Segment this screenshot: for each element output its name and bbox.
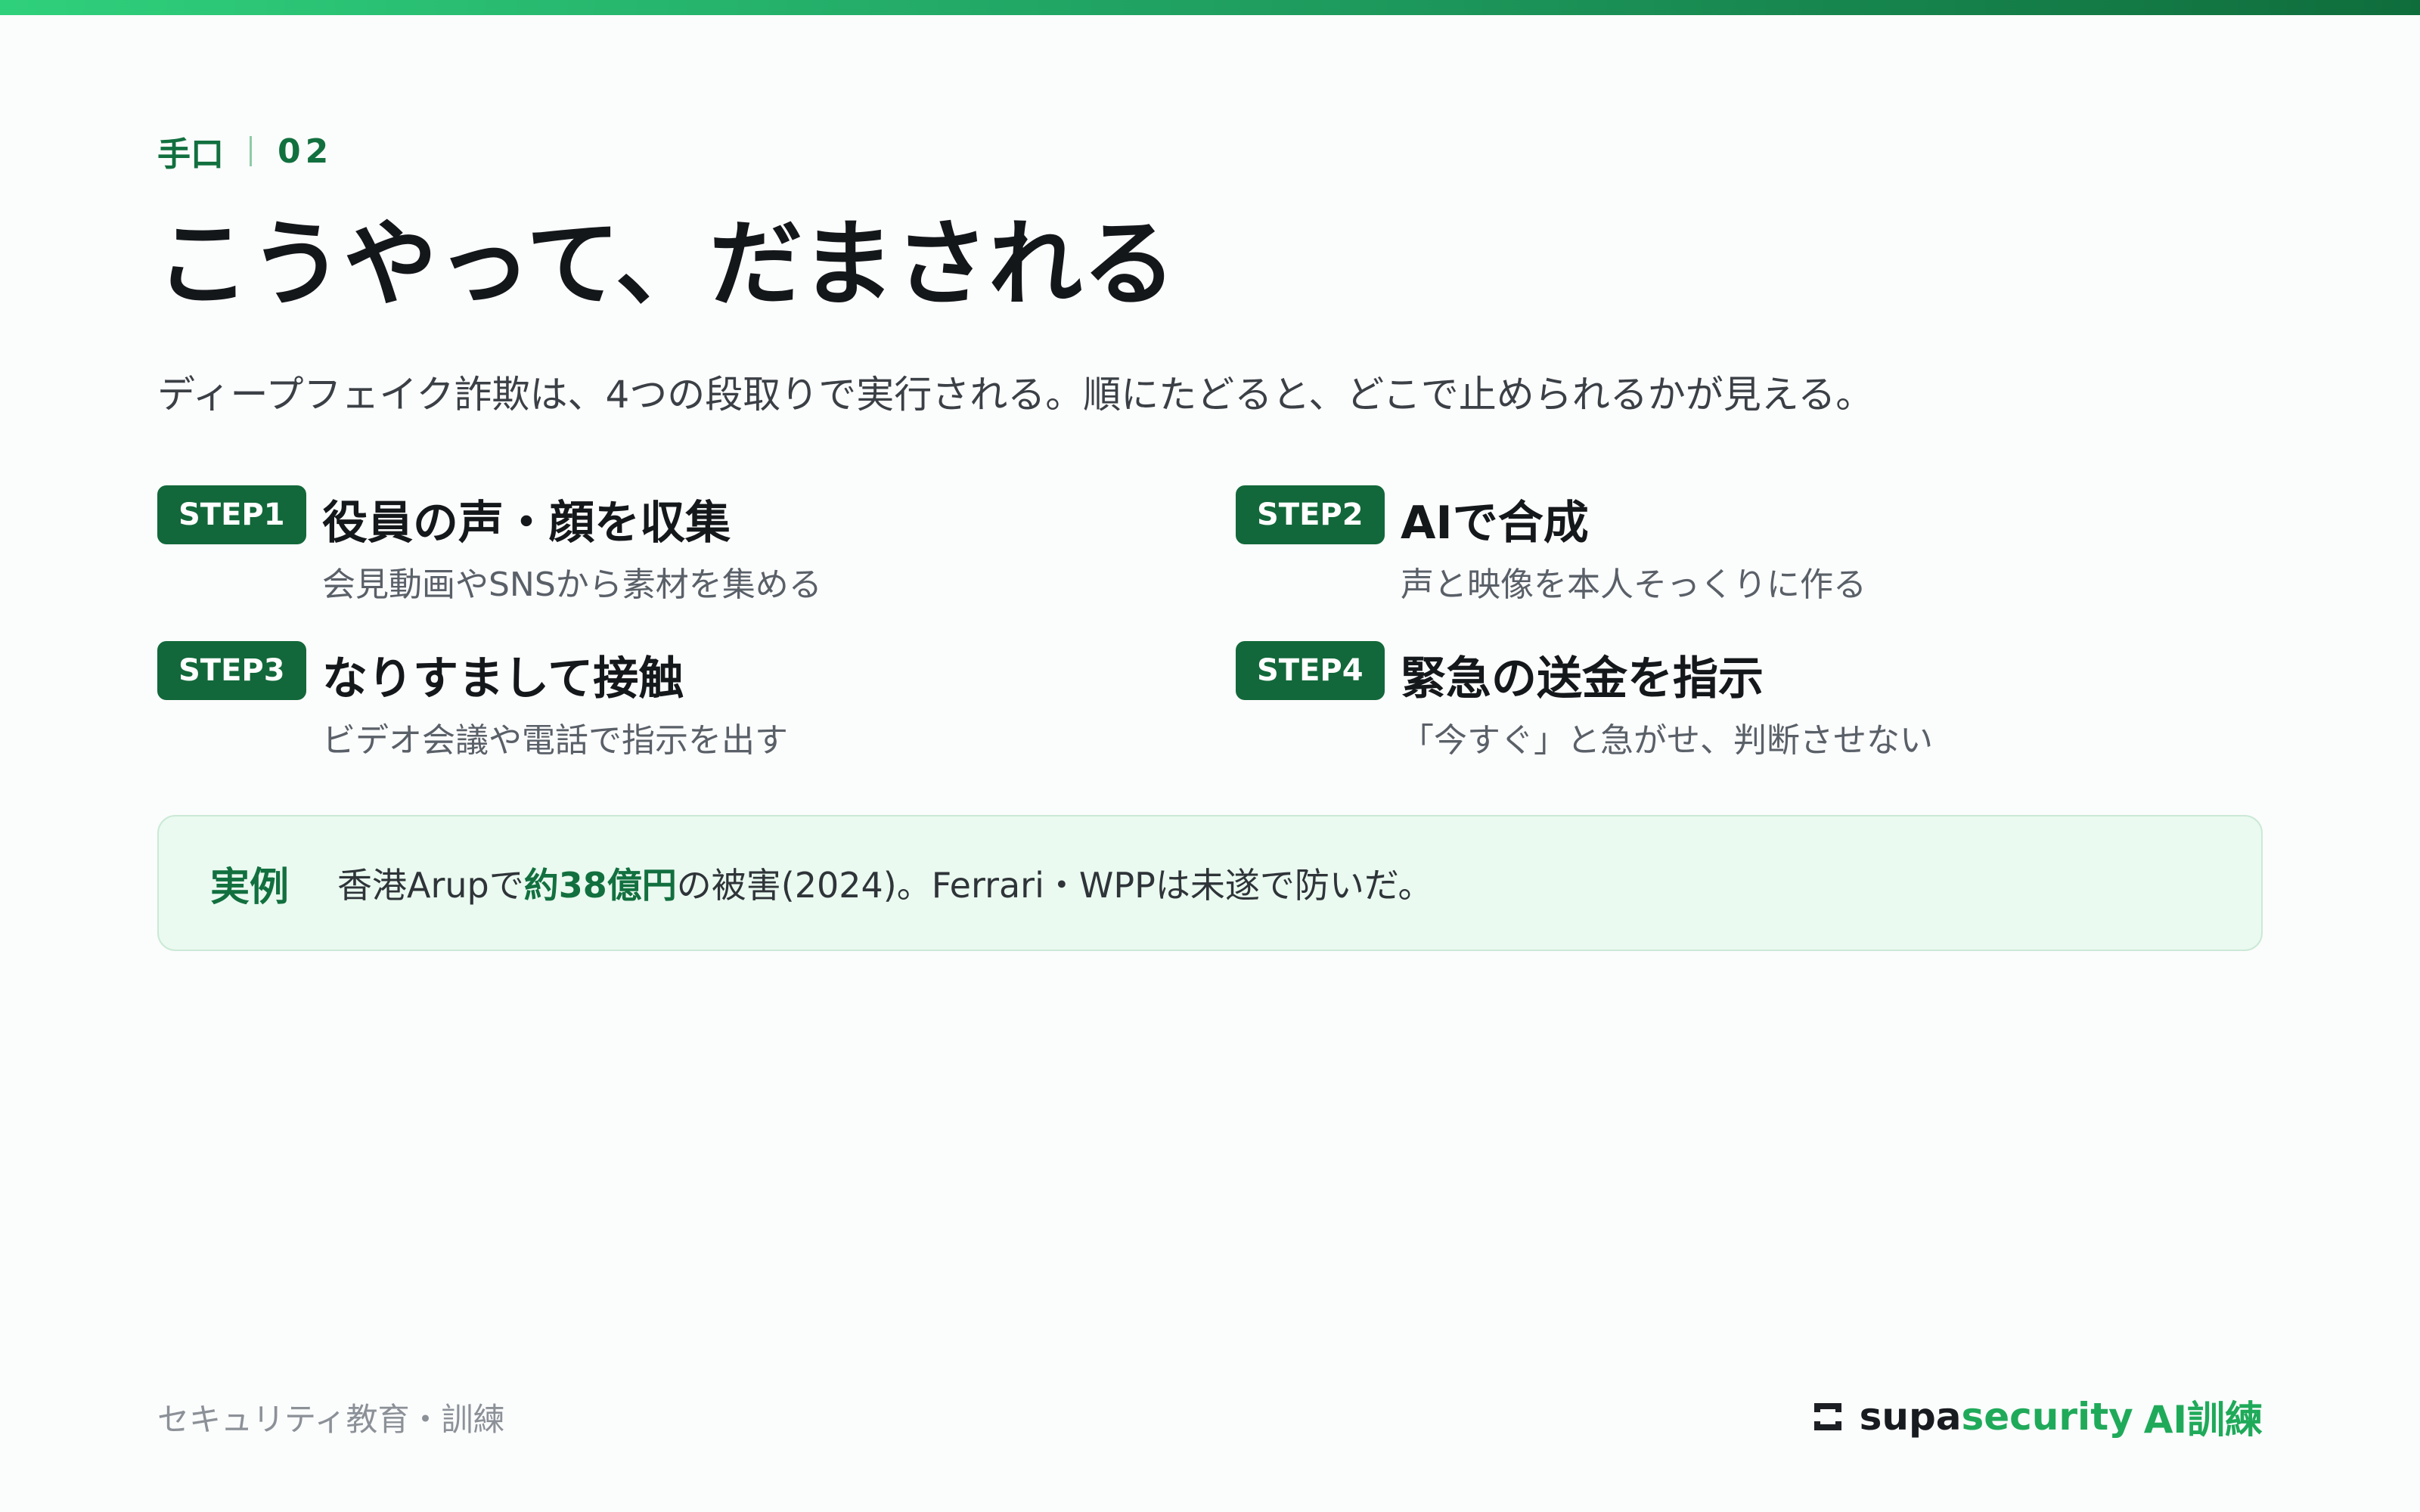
step-badge: STEP4 xyxy=(1236,641,1385,700)
step-badge: STEP3 xyxy=(157,641,306,700)
step-description: 声と映像を本人そっくりに作る xyxy=(1401,565,1866,604)
step-title: なりすまして接触 xyxy=(322,652,684,705)
brand-suffix: AI訓練 xyxy=(2143,1398,2263,1442)
step-title: 緊急の送金を指示 xyxy=(1401,652,1764,705)
step-title: 役員の声・顔を収集 xyxy=(322,497,731,550)
step-badge: STEP2 xyxy=(1236,485,1385,544)
step-title: AIで合成 xyxy=(1401,497,1589,550)
page-title: こうやって、だまされる xyxy=(156,210,1177,319)
example-callout: 実例 香港Arupで約38億円の被害(2024)。Ferrari・WPPは未遂で… xyxy=(157,815,2263,951)
brand-name-supa: supa xyxy=(1859,1395,1962,1439)
step-1: STEP1 役員の声・顔を収集 会見動画やSNSから素材を集める xyxy=(157,485,1110,621)
section-kicker: 手口 02 xyxy=(157,130,334,175)
example-highlight: 約38億円 xyxy=(523,865,677,906)
example-text-after: の被害(2024)。Ferrari・WPPは未遂で防いだ。 xyxy=(676,865,1433,906)
step-4: STEP4 緊急の送金を指示 「今すぐ」と急がせ、判断させない xyxy=(1236,641,2189,777)
example-text-before: 香港Arupで xyxy=(337,865,524,906)
brand-name-security: security xyxy=(1961,1395,2133,1439)
step-2: STEP2 AIで合成 声と映像を本人そっくりに作る xyxy=(1236,485,2189,621)
step-badge: STEP1 xyxy=(157,485,306,544)
example-label: 実例 xyxy=(210,864,290,910)
logo-bracket-icon xyxy=(1813,1403,1841,1430)
footer-category: セキュリティ教育・訓練 xyxy=(157,1401,505,1438)
slide: 手口 02 こうやって、だまされる ディープフェイク詐欺は、4つの段取りで実行さ… xyxy=(0,0,2420,1512)
step-description: 「今すぐ」と急がせ、判断させない xyxy=(1401,721,1933,760)
top-accent-bar xyxy=(0,0,2420,15)
step-description: 会見動画やSNSから素材を集める xyxy=(322,565,822,604)
kicker-divider xyxy=(250,136,252,166)
example-text: 香港Arupで約38億円の被害(2024)。Ferrari・WPPは未遂で防いだ… xyxy=(337,858,1432,908)
page-subtitle: ディープフェイク詐欺は、4つの段取りで実行される。順にたどると、どこで止められる… xyxy=(157,373,1874,417)
step-3: STEP3 なりすまして接触 ビデオ会議や電話で指示を出す xyxy=(157,641,1110,777)
kicker-number: 02 xyxy=(278,132,334,171)
brand-logo: supa security AI訓練 xyxy=(1810,1393,2263,1442)
kicker-label: 手口 xyxy=(157,135,224,174)
step-description: ビデオ会議や電話で指示を出す xyxy=(322,721,788,760)
